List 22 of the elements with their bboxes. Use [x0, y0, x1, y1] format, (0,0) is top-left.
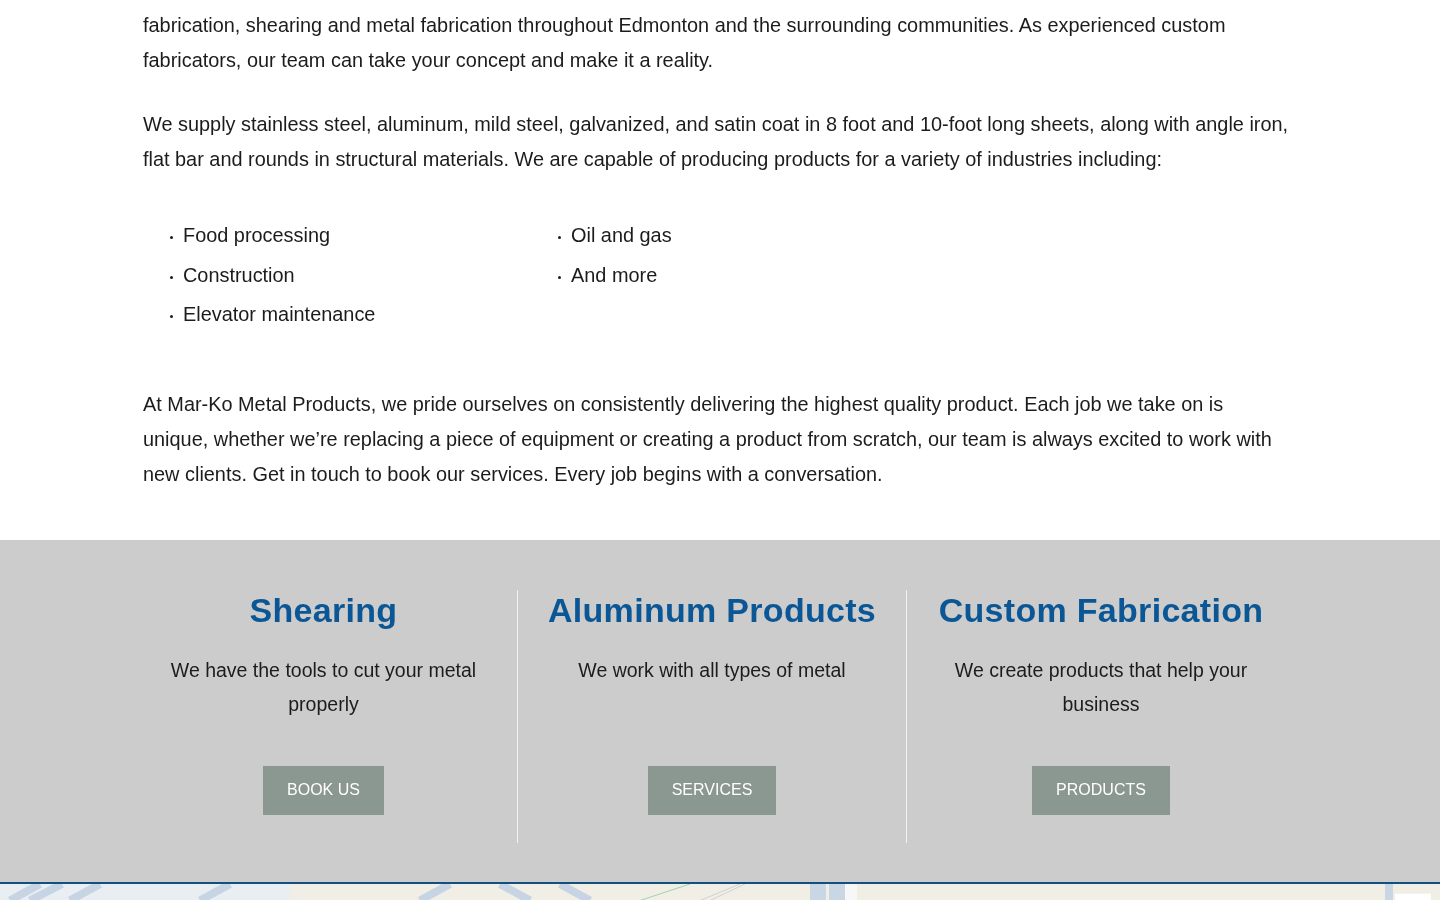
service-heading: Custom Fabrication	[938, 589, 1264, 630]
service-button[interactable]: BOOK US	[263, 765, 384, 815]
list-item-text: Oil and gas	[571, 224, 672, 248]
service-heading: Aluminum Products	[547, 589, 877, 630]
bullet-icon	[170, 236, 173, 240]
bullet-icon	[170, 275, 173, 279]
service-description: We work with all types of metal	[578, 657, 846, 683]
body-paragraph: At Mar-Ko Metal Products, we pride ourselves on consistently delivering the highest quality product. Each job we take on is unique, whether we’re replacing a piece of equipment or creating a product from scratch, our team is always excited to work with new clients. Get in touch to book our services. Every job begins with a conversation.	[143, 391, 1273, 487]
bullet-icon	[558, 275, 561, 279]
service-button[interactable]: SERVICES	[647, 765, 777, 815]
list-item-text: Food processing	[183, 224, 331, 248]
bullet-icon	[170, 315, 173, 319]
body-paragraph: fabrication, shearing and metal fabrication throughout Edmonton and the surrounding communities. As experienced custom fabricators, our team can take your concept and make it a reality.	[143, 13, 1227, 73]
list-item-text: And more	[571, 263, 658, 287]
bullet-icon	[558, 236, 561, 240]
service-description: We create products that help your business	[953, 657, 1249, 717]
service-heading: Shearing	[249, 589, 398, 630]
list-item-text: Construction	[183, 263, 295, 287]
body-paragraph: We supply stainless steel, aluminum, mild steel, galvanized, and satin coat in 8 foot and 10-foot long sheets, along with angle iron, flat bar and rounds in structural materials. We are capable of producing products for a variety of industries including:	[143, 112, 1290, 172]
list-item-text: Elevator maintenance	[183, 303, 376, 327]
service-description: We have the tools to cut your metal properly	[169, 657, 478, 717]
service-button[interactable]: PRODUCTS	[1032, 765, 1170, 815]
